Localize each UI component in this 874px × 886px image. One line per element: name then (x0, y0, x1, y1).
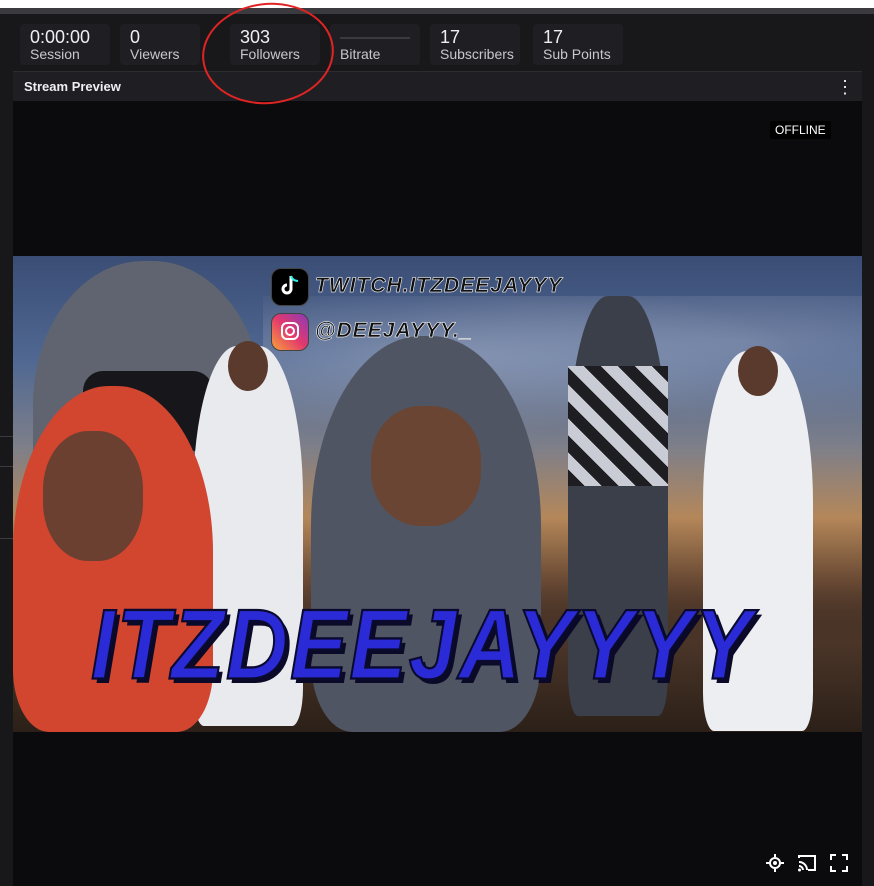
divider (0, 436, 13, 437)
head (228, 341, 268, 391)
stat-value: 17 (440, 27, 461, 47)
tiktok-icon (271, 268, 309, 306)
more-vertical-icon[interactable]: ⋮ (836, 78, 854, 96)
stat-bitrate: Bitrate (330, 24, 420, 65)
panel-header: Stream Preview ⋮ (13, 71, 862, 101)
offline-banner-image: TWITCH.ITZDEEJAYYY @DEEJAYYY._ ITZDEEJAY… (13, 256, 862, 732)
stat-label: Subscribers (440, 46, 514, 62)
stat-label: Viewers (130, 46, 180, 62)
stat-label: Bitrate (340, 46, 381, 62)
face (371, 406, 481, 526)
head (738, 346, 778, 396)
tiktok-handle: TWITCH.ITZDEEJAYYY (315, 274, 563, 298)
bitrate-meter (340, 37, 410, 39)
stats-bar: 0:00:00 Session 0 Viewers 303 Followers … (0, 14, 874, 71)
stream-preview-panel: Stream Preview ⋮ OFFLINE TWITCH.ITZDEEJA… (0, 71, 874, 886)
stat-label: Sub Points (543, 46, 611, 62)
instagram-icon (271, 313, 309, 351)
left-side-panel (0, 71, 13, 886)
channel-name-logo: ITZDEEJAYYYY (90, 589, 754, 702)
video-player[interactable]: OFFLINE TWITCH.ITZDEEJAYYY @DEEJAYYY._ I… (13, 101, 862, 886)
divider (0, 466, 13, 467)
stat-session: 0:00:00 Session (20, 24, 110, 65)
stat-value: 17 (543, 27, 564, 47)
stat-value: 0 (130, 27, 141, 47)
player-controls (765, 853, 851, 873)
tiedye-shirt (568, 366, 668, 486)
stat-label: Session (30, 46, 80, 62)
offline-badge: OFFLINE (770, 121, 831, 139)
stat-sub-points: 17 Sub Points (533, 24, 623, 65)
fullscreen-icon[interactable] (829, 853, 849, 873)
panel-title: Stream Preview (24, 79, 121, 94)
stat-subscribers: 17 Subscribers (430, 24, 520, 65)
cast-icon[interactable] (797, 853, 817, 873)
stat-value: 0:00:00 (30, 27, 91, 47)
settings-icon[interactable] (765, 853, 785, 873)
right-side-panel (862, 71, 874, 886)
divider (0, 538, 13, 539)
instagram-handle: @DEEJAYYY._ (315, 319, 473, 343)
stat-viewers: 0 Viewers (120, 24, 200, 65)
face (43, 431, 143, 561)
